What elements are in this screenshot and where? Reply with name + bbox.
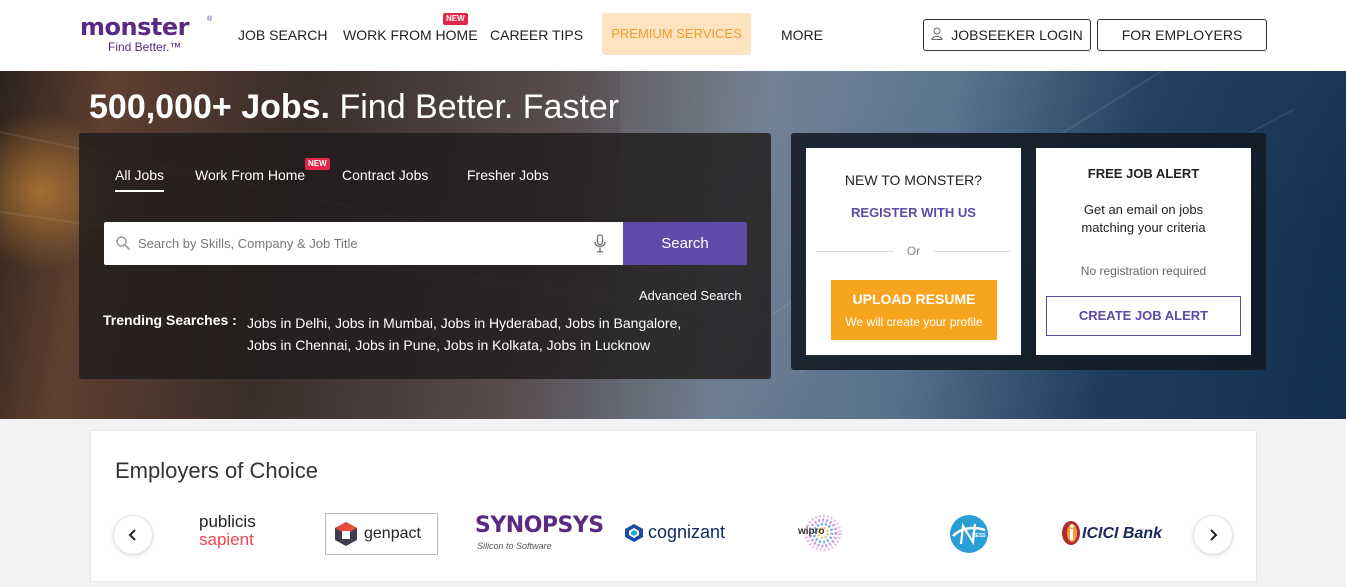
trending-link-hyderabad[interactable]: Jobs in Hyderabad [441, 315, 558, 331]
free-job-alert-heading: FREE JOB ALERT [1087, 166, 1200, 181]
chevron-left-icon [128, 529, 136, 541]
hero-title: 500,000+ Jobs. Find Better. Faster [89, 87, 619, 127]
job-alert-description: Get an email on jobs matching your crite… [1081, 202, 1206, 235]
synopsys-text: SYNOPSYS [475, 513, 604, 538]
trending-link-lucknow[interactable]: Jobs in Lucknow [547, 337, 651, 353]
upload-resume-label: UPLOAD RESUME [852, 291, 976, 307]
employer-logo-wipro[interactable]: wipro [796, 513, 842, 553]
wipro-text: wipro [798, 526, 825, 537]
employers-title: Employers of Choice [115, 458, 318, 483]
or-divider: Or [816, 244, 1011, 258]
registered-mark: ® [207, 16, 213, 23]
synopsys-tagline: Silicon to Software [477, 541, 552, 551]
search-icon [116, 236, 130, 255]
employer-logo-synopsys[interactable]: SYNOPSYS Silicon to Software [475, 513, 604, 557]
tab-fresher-jobs[interactable]: Fresher Jobs [467, 167, 549, 183]
advanced-search-link[interactable]: Advanced Search [639, 288, 742, 303]
tab-contract-jobs[interactable]: Contract Jobs [342, 167, 428, 183]
publicis-text: publicis [199, 512, 256, 531]
tab-work-from-home[interactable]: Work From Home [195, 167, 305, 183]
chevron-right-icon [1210, 529, 1218, 541]
upload-resume-button[interactable]: UPLOAD RESUME We will create your profil… [831, 280, 997, 340]
cognizant-mark-icon [625, 524, 643, 542]
employer-logo-cognizant[interactable]: cognizant [624, 521, 730, 547]
trending-searches-label: Trending Searches : [103, 312, 237, 328]
nav-more[interactable]: MORE [781, 27, 823, 43]
jobseeker-login-button[interactable]: JOBSEEKER LOGIN [923, 19, 1091, 51]
search-box [104, 222, 623, 265]
trending-link-pune[interactable]: Jobs in Pune [355, 337, 436, 353]
tab-all-jobs[interactable]: All Jobs [115, 167, 165, 192]
divider-line [933, 251, 1011, 252]
employers-of-choice-section: Employers of Choice publicis sapient gen… [90, 430, 1257, 582]
new-to-monster-heading: NEW TO MONSTER? [844, 172, 983, 188]
hero-title-bold: 500,000+ Jobs. [89, 88, 331, 126]
trending-link-bangalore[interactable]: Jobs in Bangalore [565, 315, 677, 331]
logo-tagline: Find Better.™ [108, 40, 182, 54]
icici-bank-text: ICICI Bank [1082, 525, 1163, 542]
sapient-text: sapient [199, 530, 254, 549]
employer-logo-genpact[interactable]: genpact [325, 513, 438, 555]
cognizant-text: cognizant [648, 522, 726, 542]
trending-link-mumbai[interactable]: Jobs in Mumbai [335, 315, 433, 331]
search-panel: All Jobs Work From Home NEW Contract Job… [79, 133, 771, 379]
microphone-icon[interactable] [594, 234, 606, 258]
employer-logo-publicis-sapient[interactable]: publicis sapient [199, 513, 279, 553]
monster-logo[interactable]: monster ® Find Better.™ [80, 14, 216, 56]
nav-premium-services[interactable]: PREMIUM SERVICES [602, 13, 751, 55]
trending-link-delhi[interactable]: Jobs in Delhi [247, 315, 327, 331]
cta-panel: NEW TO MONSTER? REGISTER WITH US Or UPLO… [791, 133, 1266, 370]
jobseeker-login-label: JOBSEEKER LOGIN [951, 27, 1083, 43]
search-input[interactable] [138, 222, 578, 265]
carousel-prev-button[interactable] [113, 515, 153, 555]
hero-banner: 500,000+ Jobs. Find Better. Faster All J… [0, 71, 1346, 419]
hero-title-rest: Find Better. Faster [330, 88, 620, 126]
nav-work-from-home[interactable]: WORK FROM HOME [343, 27, 478, 43]
logo-wordmark: monster [80, 13, 189, 41]
search-button[interactable]: Search [623, 222, 747, 265]
for-employers-button[interactable]: FOR EMPLOYERS [1097, 19, 1267, 51]
employer-logo-ness[interactable]: NESS [949, 514, 989, 554]
trending-link-kolkata[interactable]: Jobs in Kolkata [444, 337, 539, 353]
carousel-next-button[interactable] [1193, 515, 1233, 555]
register-card: NEW TO MONSTER? REGISTER WITH US Or UPLO… [806, 148, 1021, 355]
user-icon [931, 20, 943, 50]
icici-mark-icon [1062, 521, 1080, 545]
ness-text: NESS [972, 533, 986, 539]
genpact-text: genpact [364, 525, 421, 542]
register-link[interactable]: REGISTER WITH US [806, 205, 1021, 220]
employer-logo-icici-bank[interactable]: ICICI Bank [1060, 520, 1172, 550]
site-header: monster ® Find Better.™ JOB SEARCH WORK … [0, 0, 1346, 71]
nav-job-search[interactable]: JOB SEARCH [238, 27, 327, 43]
trending-searches-list: Jobs in Delhi, Jobs in Mumbai, Jobs in H… [247, 315, 682, 353]
create-job-alert-button[interactable]: CREATE JOB ALERT [1046, 296, 1241, 336]
upload-resume-sublabel: We will create your profile [845, 315, 983, 329]
nav-new-badge: NEW [443, 13, 468, 25]
trending-link-chennai[interactable]: Jobs in Chennai [247, 337, 347, 353]
no-registration-note: No registration required [1080, 264, 1207, 278]
genpact-mark-icon [335, 522, 357, 546]
tab-new-badge: NEW [305, 158, 330, 170]
job-alert-card: FREE JOB ALERT Get an email on jobs matc… [1036, 148, 1251, 355]
nav-career-tips[interactable]: CAREER TIPS [490, 27, 583, 43]
